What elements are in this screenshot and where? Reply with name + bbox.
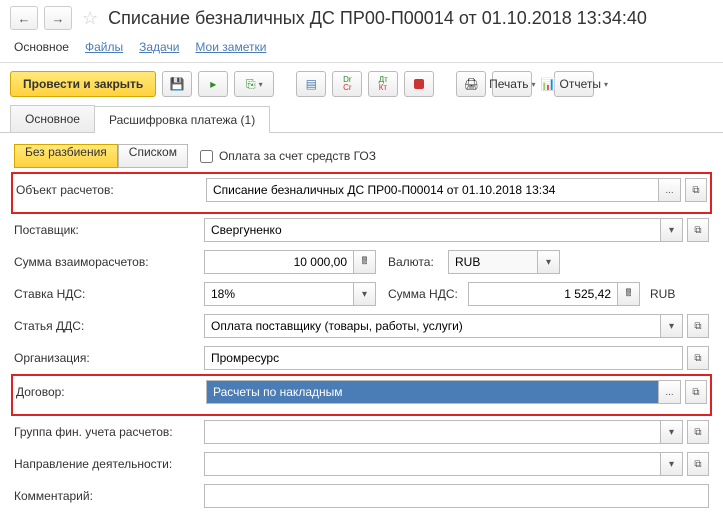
org-open-button[interactable]: ⧉ [687,346,709,370]
drcr-button[interactable]: DrCr [332,71,362,97]
post-button[interactable]: ▸ [198,71,228,97]
activity-open-button[interactable]: ⧉ [687,452,709,476]
submit-close-button[interactable]: Провести и закрыть [10,71,156,97]
dds-open-button[interactable]: ⧉ [687,314,709,338]
vat-calc-button[interactable]: 🖩 [618,282,640,306]
activity-dropdown[interactable]: ▾ [661,452,683,476]
fingroup-label: Группа фин. учета расчетов: [14,425,204,439]
comment-label: Комментарий: [14,489,204,503]
fill-icon: ⎘ [246,77,256,92]
supplier-open-button[interactable]: ⧉ [687,218,709,242]
org-label: Организация: [14,351,204,365]
fingroup-input[interactable] [204,420,661,444]
subtab-main[interactable]: Основное [10,105,95,132]
dds-input[interactable] [204,314,661,338]
vat-rate-label: Ставка НДС: [14,287,204,301]
contract-value-text: Расчеты по накладным [213,385,343,399]
save-button[interactable]: 💾 [162,71,192,97]
tab-main[interactable]: Основное [14,40,69,54]
fill-button[interactable]: ⎘ [234,71,274,97]
favorite-star-icon[interactable]: ☆ [82,8,98,29]
currency-input[interactable] [448,250,538,274]
back-button[interactable]: ← [10,6,38,30]
reports-label: Отчеты [560,77,601,91]
cancel-icon [414,79,424,89]
fingroup-dropdown[interactable]: ▾ [661,420,683,444]
vat-amount-input[interactable] [468,282,618,306]
currency-label: Валюта: [388,255,448,269]
printer-icon: 🖨 [464,77,479,91]
tab-notes[interactable]: Мои заметки [195,40,266,54]
object-select-button[interactable]: ... [659,178,681,202]
print-button[interactable]: Печать [492,71,532,97]
object-input[interactable] [206,178,659,202]
amount-calc-button[interactable]: 🖩 [354,250,376,274]
activity-label: Направление деятельности: [14,457,204,471]
org-input[interactable] [204,346,683,370]
contract-input[interactable]: Расчеты по накладным [206,380,659,404]
structure-icon: ▤ [306,77,317,91]
reports-button[interactable]: 📊Отчеты [554,71,594,97]
object-open-button[interactable]: ⧉ [685,178,707,202]
dds-label: Статья ДДС: [14,319,204,333]
printer-icon-button[interactable]: 🖨 [456,71,486,97]
activity-input[interactable] [204,452,661,476]
supplier-input[interactable] [204,218,661,242]
structure-button[interactable]: ▤ [296,71,326,97]
comment-input[interactable] [204,484,709,508]
object-label: Объект расчетов: [16,183,206,197]
supplier-dropdown[interactable]: ▾ [661,218,683,242]
mode-list[interactable]: Списком [118,144,188,168]
subtab-details[interactable]: Расшифровка платежа (1) [94,106,270,133]
document-title: Списание безналичных ДС ПР00-П00014 от 0… [108,8,647,29]
amount-input[interactable] [204,250,354,274]
chart-icon: 📊 [541,77,556,91]
tab-files[interactable]: Файлы [85,40,123,54]
mode-no-split[interactable]: Без разбиения [14,144,118,168]
forward-button[interactable]: → [44,6,72,30]
vat-amount-label: Сумма НДС: [388,287,468,301]
supplier-label: Поставщик: [14,223,204,237]
contract-label: Договор: [16,385,206,399]
fingroup-open-button[interactable]: ⧉ [687,420,709,444]
currency-dropdown[interactable]: ▾ [538,250,560,274]
diskette-icon: 💾 [170,77,185,91]
drcr-icon: DrCr [343,76,351,92]
goz-checkbox[interactable] [200,150,213,163]
contract-select-button[interactable]: ... [659,380,681,404]
dds-dropdown[interactable]: ▾ [661,314,683,338]
dtkt-icon: ДтКт [379,76,388,92]
amount-label: Сумма взаиморасчетов: [14,255,204,269]
vat-rate-input[interactable] [204,282,354,306]
vat-rate-dropdown[interactable]: ▾ [354,282,376,306]
contract-open-button[interactable]: ⧉ [685,380,707,404]
tab-tasks[interactable]: Задачи [139,40,179,54]
cancel-post-button[interactable] [404,71,434,97]
goz-label: Оплата за счет средств ГОЗ [219,149,376,163]
dtkt-button[interactable]: ДтКт [368,71,398,97]
post-icon: ▸ [210,77,216,91]
print-label: Печать [489,77,528,91]
vat-currency-text: RUB [650,287,675,301]
